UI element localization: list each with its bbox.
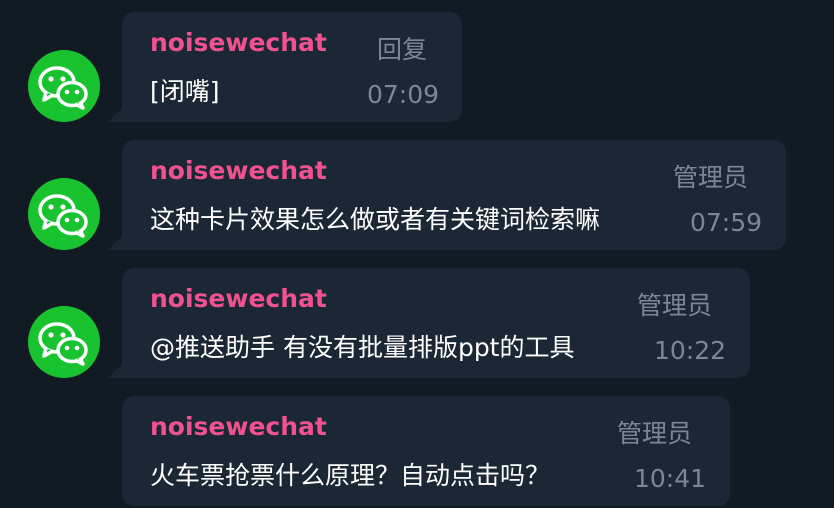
message-bubble[interactable]: noisewechat 管理员 火车票抢票什么原理？自动点击吗？ 10:41 — [122, 396, 730, 506]
sender-name[interactable]: noisewechat — [150, 412, 327, 441]
avatar[interactable] — [28, 306, 100, 378]
message-text: [闭嘴] — [150, 77, 220, 106]
sender-name[interactable]: noisewechat — [150, 28, 327, 57]
message-bubble[interactable]: noisewechat 管理员 这种卡片效果怎么做或者有关键词检索嘛 07:59 — [122, 140, 786, 250]
avatar[interactable] — [28, 178, 100, 250]
message-time: 10:22 — [654, 336, 727, 365]
sender-name[interactable]: noisewechat — [150, 156, 327, 185]
message-row: noisewechat 管理员 @推送助手 有没有批量排版ppt的工具 10:2… — [0, 268, 834, 378]
chat-message-list[interactable]: noisewechat 回复 [闭嘴] 07:09 noisewechat 管理… — [0, 0, 834, 508]
message-time: 10:41 — [634, 464, 707, 493]
message-bubble[interactable]: noisewechat 回复 [闭嘴] 07:09 — [122, 12, 462, 122]
message-bubble[interactable]: noisewechat 管理员 @推送助手 有没有批量排版ppt的工具 10:2… — [122, 268, 750, 378]
reply-label[interactable]: 回复 — [377, 30, 427, 66]
message-time: 07:09 — [367, 80, 440, 109]
message-row: noisewechat 管理员 这种卡片效果怎么做或者有关键词检索嘛 07:59 — [0, 140, 834, 250]
wechat-icon — [38, 194, 88, 238]
wechat-icon — [38, 322, 88, 366]
message-row: noisewechat 回复 [闭嘴] 07:09 — [0, 12, 834, 122]
message-text: 这种卡片效果怎么做或者有关键词检索嘛 — [150, 205, 601, 234]
wechat-icon — [38, 66, 88, 110]
avatar[interactable] — [28, 50, 100, 122]
sender-name[interactable]: noisewechat — [150, 284, 327, 313]
message-row: noisewechat 管理员 火车票抢票什么原理？自动点击吗？ 10:41 — [0, 396, 834, 508]
role-badge: 管理员 — [673, 163, 749, 192]
role-badge: 管理员 — [637, 291, 713, 320]
message-text: 火车票抢票什么原理？自动点击吗？ — [150, 461, 551, 490]
role-badge: 管理员 — [617, 419, 693, 448]
message-time: 07:59 — [690, 208, 763, 237]
message-text: @推送助手 有没有批量排版ppt的工具 — [150, 333, 575, 362]
